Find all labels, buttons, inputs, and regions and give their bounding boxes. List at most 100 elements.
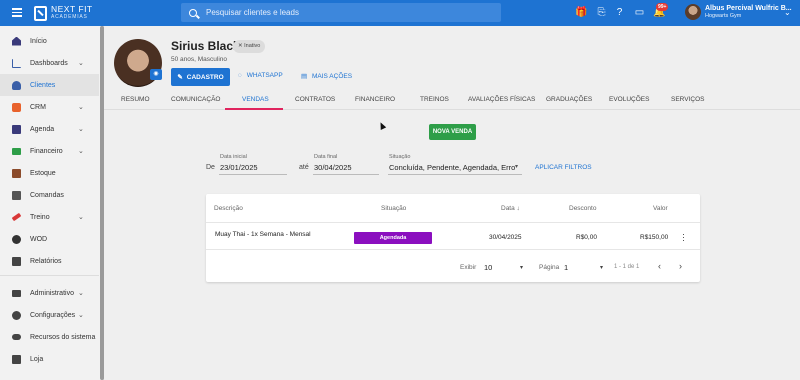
app-logo[interactable]: NEXT FIT ACADEMIAS [34, 5, 93, 21]
sidebar-item-loja[interactable]: Loja [0, 348, 99, 370]
logo-title: NEXT FIT [51, 4, 93, 14]
chevron-left-icon[interactable]: ‹ [658, 261, 661, 271]
data-final-field[interactable]: 30/04/2025 [314, 163, 352, 172]
whatsapp-button[interactable]: ◌ WHATSAPP [238, 72, 283, 79]
status-badge[interactable]: ✕ Inativo [233, 40, 266, 53]
door-icon[interactable]: ⎘ [596, 7, 607, 18]
arrow-down-icon: ↓ [516, 205, 520, 212]
list-icon: ▤ [301, 73, 308, 80]
store-icon [12, 354, 21, 364]
help-icon[interactable]: ? [614, 7, 625, 18]
sidebar-item-crm[interactable]: CRM ⌄ [0, 96, 99, 118]
sidebar-item-configuracoes[interactable]: Configurações ⌄ [0, 304, 99, 326]
exibir-select[interactable]: 10 [484, 263, 492, 272]
column-header-data[interactable]: Data ↓ [501, 205, 520, 212]
situacao-label: Situação [389, 154, 411, 160]
apply-filters-button[interactable]: APLICAR FILTROS [535, 164, 592, 171]
data-final-underline [313, 174, 379, 175]
user-gym: Hogwarts Gym [705, 13, 742, 19]
dashboard-icon [12, 58, 21, 68]
sales-table-card: Descrição Situação Data ↓ Desconto Valor… [206, 194, 700, 282]
chevron-right-icon[interactable]: › [679, 261, 682, 271]
data-final-label: Data final [314, 154, 338, 160]
tab-graduacoes[interactable]: GRADUAÇÕES [546, 96, 592, 103]
nova-venda-button[interactable]: NOVA VENDA [429, 124, 476, 140]
notification-badge: 99+ [656, 3, 669, 11]
sidebar-item-financeiro[interactable]: Financeiro ⌄ [0, 140, 99, 162]
chevron-down-icon[interactable]: ▾ [520, 264, 523, 271]
column-header-valor: Valor [653, 205, 668, 212]
tab-contratos[interactable]: CONTRATOS [295, 96, 335, 103]
sidebar-item-dashboards[interactable]: Dashboards ⌄ [0, 52, 99, 74]
tab-comunicacao[interactable]: COMUNICAÇÃO [171, 96, 220, 103]
toggle-icon [12, 334, 21, 340]
search-input[interactable] [206, 8, 486, 17]
menu-icon[interactable] [12, 8, 22, 17]
chevron-down-icon[interactable]: ▾ [600, 264, 603, 271]
exibir-label: Exibir [460, 264, 477, 271]
sidebar-item-treino[interactable]: Treino ⌄ [0, 206, 99, 228]
chevron-down-icon: ⌄ [78, 60, 84, 67]
top-bar: NEXT FIT ACADEMIAS 🎁 ⎘ ? ▭ 🔔 99+ Albus P… [0, 0, 800, 26]
gift-icon[interactable]: 🎁 [575, 7, 587, 18]
tab-avaliacoes[interactable]: AVALIAÇÕES FÍSICAS [468, 96, 535, 103]
sidebar-item-agenda[interactable]: Agenda ⌄ [0, 118, 99, 140]
clients-icon [12, 80, 21, 90]
tab-evolucoes[interactable]: EVOLUÇÕES [609, 96, 649, 103]
dumbbell-icon [11, 212, 22, 222]
sidebar-item-wod[interactable]: WOD [0, 228, 99, 250]
receipt-icon [12, 190, 21, 200]
sidebar-item-clientes[interactable]: Clientes [0, 74, 99, 96]
camera-icon[interactable]: ◉ [150, 69, 162, 80]
sidebar-item-administrativo[interactable]: Administrativo ⌄ [0, 282, 99, 304]
situacao-select[interactable]: Concluída, Pendente, Agendada, Erro [389, 163, 515, 172]
chat-icon[interactable]: ▭ [634, 7, 645, 18]
data-inicial-field[interactable]: 23/01/2025 [220, 163, 258, 172]
search-bar[interactable] [181, 3, 501, 22]
more-actions-button[interactable]: ▤ MAIS AÇÕES [301, 72, 352, 80]
pagination-range: 1 - 1 de 1 [614, 264, 640, 270]
cell-desconto: R$0,00 [576, 234, 597, 241]
cadastro-button[interactable]: ✎ CADASTRO [171, 68, 230, 86]
tab-resumo[interactable]: RESUMO [121, 96, 150, 103]
user-avatar[interactable] [685, 4, 701, 20]
tab-servicos[interactable]: SERVIÇOS [671, 96, 704, 103]
sidebar-item-estoque[interactable]: Estoque [0, 162, 99, 184]
profile-tabs: RESUMO COMUNICAÇÃO VENDAS CONTRATOS FINA… [104, 92, 800, 110]
ate-label: até [299, 164, 309, 171]
crm-icon [12, 102, 21, 112]
chevron-down-icon: ⌄ [78, 214, 84, 221]
sidebar-item-comandas[interactable]: Comandas [0, 184, 99, 206]
active-tab-indicator [225, 108, 283, 110]
edit-icon: ✎ [177, 74, 183, 81]
calendar-icon [12, 124, 21, 134]
whatsapp-icon: ◌ [238, 72, 242, 79]
header-divider [206, 222, 700, 223]
kettlebell-icon [12, 234, 21, 244]
logo-subtitle: ACADEMIAS [51, 14, 88, 20]
status-badge-label: Inativo [244, 43, 261, 49]
cart-icon [12, 168, 21, 178]
sidebar-item-inicio[interactable]: Início [0, 30, 99, 52]
more-vert-icon[interactable]: · · · [682, 230, 685, 245]
search-icon [189, 8, 197, 17]
tab-treinos[interactable]: TREINOS [420, 96, 449, 103]
cell-descricao: Muay Thai - 1x Semana - Mensal [215, 231, 311, 238]
sidebar-scrollbar[interactable] [100, 26, 104, 380]
admin-icon [12, 289, 21, 297]
column-header-situacao: Situação [381, 205, 407, 212]
sidebar-item-relatorios[interactable]: Relatórios [0, 250, 99, 272]
pagina-select[interactable]: 1 [564, 263, 568, 272]
reports-icon [12, 256, 21, 266]
chevron-down-icon: ⌄ [78, 104, 84, 111]
tab-vendas[interactable]: VENDAS [242, 96, 269, 103]
chevron-down-icon[interactable]: ⌄ [784, 8, 791, 17]
de-label: De [206, 164, 215, 171]
tab-financeiro[interactable]: FINANCEIRO [355, 96, 395, 103]
gear-icon [12, 310, 21, 320]
sidebar-item-recursos[interactable]: Recursos do sistema [0, 326, 99, 348]
user-name[interactable]: Albus Percival Wulfric B... [705, 5, 792, 12]
chevron-down-icon: ⌄ [78, 148, 84, 155]
data-inicial-underline [219, 174, 287, 175]
chevron-down-icon[interactable]: ▾ [515, 163, 518, 170]
